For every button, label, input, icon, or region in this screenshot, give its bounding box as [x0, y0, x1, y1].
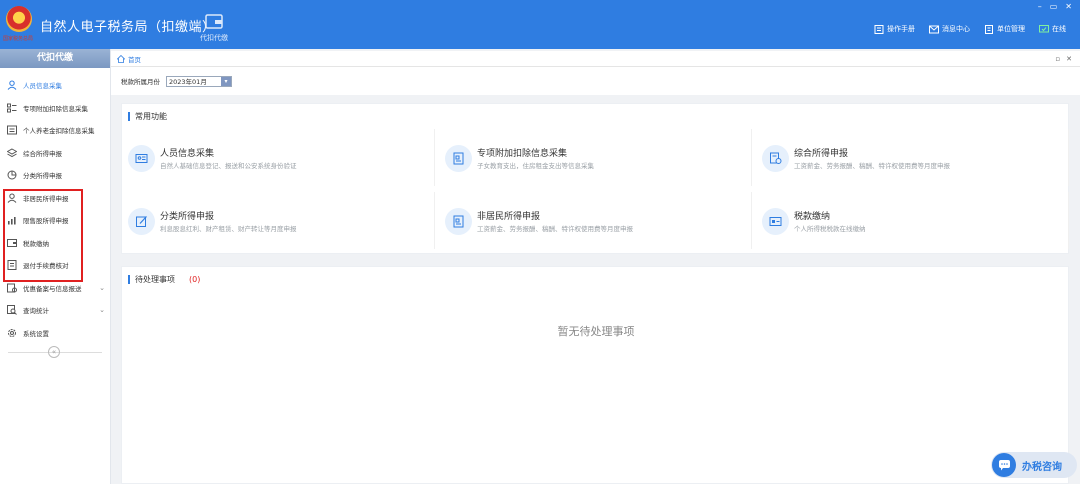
building-icon: [985, 24, 993, 34]
function-desc: 个人所得税税款在线缴纳: [794, 225, 866, 233]
chevron-down-icon: ⌄: [99, 283, 105, 292]
chevron-down-icon: ⌄: [99, 306, 105, 314]
sidebar-item-label: 综合所得申报: [23, 149, 62, 158]
sidebar-item-system-settings[interactable]: 系统设置: [0, 322, 110, 345]
panel-title: 待处理事项 (0): [128, 275, 200, 284]
header-links: 操作手册 消息中心 单位管理 在线: [874, 24, 1066, 34]
function-desc: 工资薪金、劳务报酬、稿酬、特许权使用费等月度申报: [477, 225, 633, 233]
app-title: 自然人电子税务局（扣缴端）: [40, 20, 216, 35]
breadcrumb-home[interactable]: 首页: [128, 54, 141, 64]
function-desc: 工资薪金、劳务报酬、稿酬、特许权使用费等月度申报: [794, 162, 950, 170]
function-title: 综合所得申报: [794, 149, 849, 159]
online-icon: [1039, 24, 1049, 32]
sidebar-item-pension-deduction[interactable]: 个人养老金扣除信息采集: [0, 119, 110, 142]
function-card-comprehensive-income[interactable]: 综合所得申报 工资薪金、劳务报酬、稿酬、特许权使用费等月度申报: [758, 129, 1069, 186]
report-doc-icon: [762, 145, 789, 172]
function-title: 专项附加扣除信息采集: [477, 149, 568, 159]
dropdown-icon[interactable]: ▾: [221, 76, 231, 86]
common-functions-panel: 常用功能 人员信息采集 自然人基础信息登记、报送和公安系统身份验证 专项附加扣除…: [121, 103, 1069, 254]
breadcrumb: 首页 ▫ ✕: [111, 51, 1080, 67]
pending-title: 待处理事项: [135, 275, 175, 284]
restore-button[interactable]: ▭: [1050, 2, 1058, 11]
window-controls: – ▭ ✕: [1038, 2, 1072, 11]
function-title: 税款缴纳: [794, 212, 831, 222]
close-button[interactable]: ✕: [1065, 2, 1072, 11]
tab-close-button[interactable]: ✕: [1066, 55, 1072, 63]
function-title: 分类所得申报: [160, 212, 215, 222]
tax-month-value: 2023年01月: [169, 78, 207, 86]
tab-withholding-label: 代扣代缴: [200, 34, 228, 42]
tax-consult-button[interactable]: 办税咨询: [991, 452, 1077, 478]
function-title: 非居民所得申报: [477, 212, 541, 222]
layers-icon: [7, 148, 17, 157]
function-card-special-deduction[interactable]: 专项附加扣除信息采集 子女教育支出，住房租金支出等信息采集: [441, 129, 752, 186]
form-icon: [445, 208, 472, 235]
card-icon: [7, 125, 17, 135]
function-card-tax-payment[interactable]: 税款缴纳 个人所得税税款在线缴纳: [758, 192, 1069, 249]
online-status-label: 在线: [1052, 25, 1066, 33]
pending-count: (0): [189, 275, 201, 284]
panel-title: 常用功能: [128, 112, 167, 121]
sidebar-item-label: 人员信息采集: [23, 82, 62, 91]
sidebar-item-label: 系统设置: [23, 329, 49, 338]
tax-month-select[interactable]: 2023年01月 ▾: [166, 75, 232, 87]
sidebar-item-label: 个人养老金扣除信息采集: [23, 127, 95, 136]
pending-items-panel: 待处理事项 (0) 暂无待处理事项: [121, 266, 1069, 484]
home-icon: [117, 54, 125, 63]
unit-management-link[interactable]: 单位管理: [984, 24, 1025, 34]
unit-management-label: 单位管理: [997, 25, 1025, 33]
person-icon: [7, 80, 17, 91]
tab-restore-button[interactable]: ▫: [1055, 55, 1060, 63]
wallet-icon: [205, 14, 223, 29]
sidebar-item-person-info[interactable]: 人员信息采集: [0, 74, 110, 97]
consult-label: 办税咨询: [1022, 461, 1062, 473]
payment-icon: [762, 208, 789, 235]
tax-emblem-logo: [6, 6, 32, 32]
function-card-person-info[interactable]: 人员信息采集 自然人基础信息登记、报送和公安系统身份验证: [124, 129, 435, 186]
sidebar-item-special-deduction[interactable]: 专项附加扣除信息采集: [0, 97, 110, 120]
filter-row: 税款所属月份 2023年01月 ▾: [111, 67, 1080, 95]
list-icon: [7, 103, 17, 113]
minimize-button[interactable]: –: [1038, 2, 1042, 11]
sidebar-item-classified-income[interactable]: 分类所得申报: [0, 164, 110, 187]
message-center-link[interactable]: 消息中心: [929, 24, 970, 34]
sidebar-item-query-stats[interactable]: 查询统计 ⌄: [0, 299, 110, 322]
empty-state-message: 暂无待处理事项: [557, 325, 635, 338]
tab-withholding[interactable]: 代扣代缴: [194, 8, 234, 48]
function-desc: 子女教育支出，住房租金支出等信息采集: [477, 162, 594, 170]
sidebar-item-comprehensive-income[interactable]: 综合所得申报: [0, 142, 110, 165]
pie-icon: [7, 170, 17, 180]
emblem-text: 国家税务总局: [3, 36, 34, 42]
online-status[interactable]: 在线: [1039, 24, 1066, 34]
tax-month-label: 税款所属月份: [121, 78, 160, 86]
sidebar: 代扣代缴 人员信息采集 专项附加扣除信息采集 个人养老金扣除信息采集 综合所得申…: [0, 49, 111, 484]
sidebar-item-label: 专项附加扣除信息采集: [23, 104, 88, 113]
manual-icon: [874, 24, 884, 34]
search-icon: [7, 305, 17, 316]
highlight-box: [3, 189, 83, 282]
function-title: 人员信息采集: [160, 149, 215, 159]
sidebar-item-label: 查询统计: [23, 307, 49, 316]
chat-icon: [992, 453, 1016, 477]
manual-link-label: 操作手册: [887, 25, 915, 33]
tab-controls: ▫ ✕: [1055, 55, 1072, 63]
collapse-sidebar-button[interactable]: «: [48, 346, 60, 358]
edit-icon: [128, 208, 155, 235]
id-card-icon: [128, 145, 155, 172]
form-icon: [445, 145, 472, 172]
sidebar-item-label: 优惠备案与信息报送: [23, 284, 82, 293]
app-header: 国家税务总局 自然人电子税务局（扣缴端） 代扣代缴 – ▭ ✕ 操作手册 消息中…: [0, 0, 1080, 49]
sidebar-item-label: 分类所得申报: [23, 172, 62, 181]
function-card-classified-income[interactable]: 分类所得申报 利息股息红利、财产租赁、财产转让等月度申报: [124, 192, 435, 249]
gear-icon: [8, 328, 16, 337]
sidebar-heading: 代扣代缴: [0, 49, 110, 68]
message-center-label: 消息中心: [942, 25, 970, 33]
function-grid: 人员信息采集 自然人基础信息登记、报送和公安系统身份验证 专项附加扣除信息采集 …: [122, 129, 1070, 249]
function-card-nonresident-income[interactable]: 非居民所得申报 工资薪金、劳务报酬、稿酬、特许权使用费等月度申报: [441, 192, 752, 249]
function-desc: 自然人基础信息登记、报送和公安系统身份验证: [160, 162, 297, 170]
report-icon: [7, 283, 17, 293]
manual-link[interactable]: 操作手册: [874, 24, 915, 34]
mail-icon: [929, 25, 939, 33]
function-desc: 利息股息红利、财产租赁、财产转让等月度申报: [160, 225, 297, 233]
